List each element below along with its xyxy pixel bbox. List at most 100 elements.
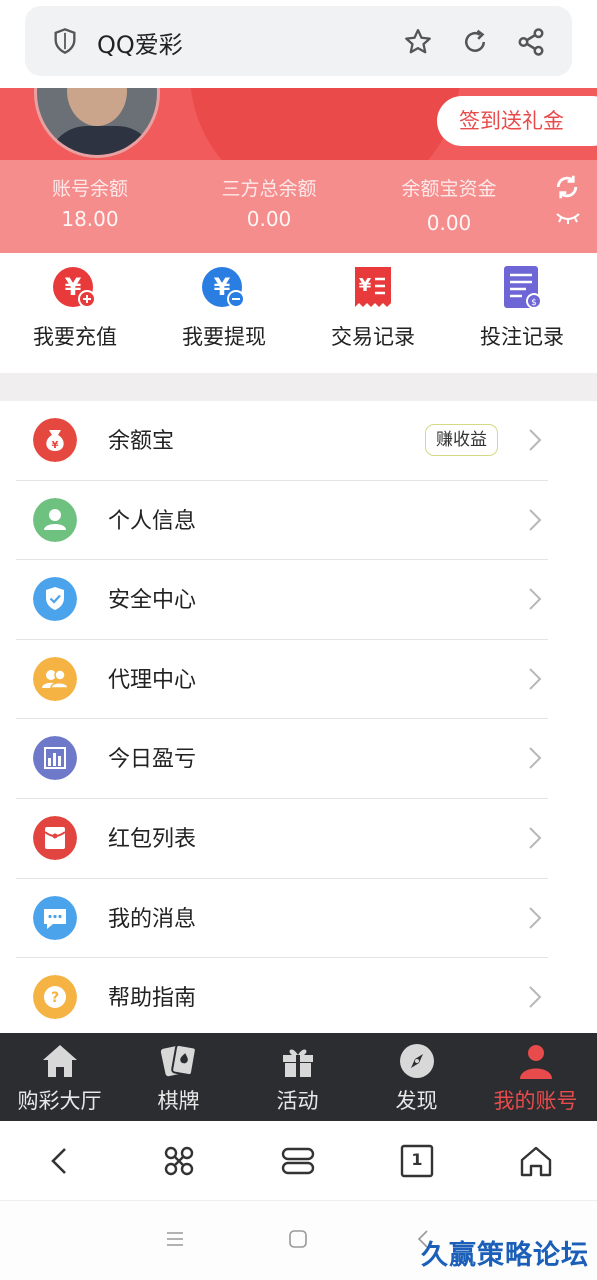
tab-cards[interactable]: 棋牌 (119, 1041, 238, 1115)
cards-icon (160, 1043, 197, 1077)
menu-label: 我的消息 (108, 906, 197, 932)
menu-label: 代理中心 (108, 667, 197, 693)
stat-thirdparty-balance: 三方总余额 0.00 (198, 174, 340, 231)
person-icon (519, 1045, 552, 1079)
quick-action-recharge[interactable]: ¥ 我要充值 (0, 263, 150, 351)
star-icon[interactable] (403, 27, 433, 57)
menu-label: 红包列表 (108, 826, 197, 852)
user-icon (33, 497, 77, 542)
quick-action-label: 投注记录 (480, 325, 564, 349)
menu-label: 个人信息 (108, 508, 197, 534)
quick-action-label: 交易记录 (331, 325, 415, 349)
header-decoration (190, 88, 460, 160)
tab-lottery-hall[interactable]: 购彩大厅 (0, 1041, 119, 1115)
tab-label: 我的账号 (493, 1089, 578, 1113)
menu-item-agents[interactable]: 代理中心 (0, 640, 597, 720)
svg-text:?: ? (51, 990, 59, 1006)
stat-value: 0.00 (246, 207, 292, 231)
chevron-right-icon (529, 508, 542, 531)
stat-label: 账号余额 (51, 178, 128, 200)
section-divider (0, 373, 597, 401)
stat-account-balance: 账号余额 18.00 (30, 174, 150, 231)
quick-actions: ¥ 我要充值 ¥ 我要提现 ¥ 交易记录 $ 投注记录 (0, 253, 597, 373)
withdraw-icon: ¥ (202, 267, 245, 308)
svg-text:¥: ¥ (52, 440, 59, 451)
bottom-tab-bar: 购彩大厅 棋牌 活动 发现 我的账号 (0, 1033, 597, 1121)
quick-action-label: 我要充值 (33, 325, 117, 349)
menu-item-red-envelopes[interactable]: 红包列表 (0, 799, 597, 879)
eye-closed-icon[interactable] (555, 210, 581, 226)
compass-icon (399, 1044, 434, 1078)
back-icon[interactable] (42, 1143, 78, 1179)
tab-activities[interactable]: 活动 (238, 1041, 357, 1115)
tab-label: 活动 (276, 1089, 319, 1113)
help-icon: ? (33, 975, 77, 1020)
tab-count-button[interactable]: 1 (399, 1143, 435, 1179)
chevron-right-icon (529, 906, 542, 929)
tab-label: 购彩大厅 (17, 1089, 102, 1113)
browser-navigation: 1 (0, 1121, 597, 1201)
browser-address-bar: QQ爱彩 (0, 0, 597, 88)
stat-label: 余额宝资金 (401, 178, 497, 200)
tab-label: 棋牌 (157, 1089, 200, 1113)
money-bag-icon: ¥ (33, 418, 77, 462)
balance-stats: 账号余额 18.00 三方总余额 0.00 余额宝资金 0.00 (0, 160, 597, 253)
page-title: QQ爱彩 (97, 31, 183, 59)
menu-grid-icon[interactable] (161, 1143, 197, 1179)
chevron-right-icon (529, 747, 542, 770)
shield-icon (54, 28, 76, 54)
recharge-icon: ¥ (53, 267, 96, 308)
url-box[interactable]: QQ爱彩 (25, 6, 572, 76)
menu-item-yuebao[interactable]: ¥ 余额宝 赚收益 (0, 401, 597, 481)
red-envelope-icon (33, 815, 77, 860)
quick-action-label: 我要提现 (182, 325, 266, 349)
agents-icon (33, 656, 77, 701)
system-navigation: 久赢策略论坛 (0, 1201, 597, 1280)
menu-item-security[interactable]: 安全中心 (0, 560, 597, 640)
avatar-face (67, 88, 127, 126)
bet-record-icon: $ (504, 266, 542, 309)
checkin-button[interactable]: 签到送礼金 (437, 96, 597, 146)
share-icon[interactable] (516, 27, 546, 57)
menu-label: 余额宝 (108, 429, 175, 454)
menu-item-messages[interactable]: 我的消息 (0, 879, 597, 959)
bar-chart-icon (33, 736, 77, 781)
profile-header: 签到送礼金 (0, 88, 597, 160)
tabs-overview-icon[interactable] (280, 1143, 316, 1179)
avatar[interactable] (34, 88, 160, 158)
svg-text:$: $ (531, 298, 537, 308)
earn-badge: 赚收益 (425, 424, 498, 456)
home-button-icon[interactable] (286, 1227, 310, 1251)
menu-label: 帮助指南 (108, 986, 197, 1012)
chevron-right-icon (529, 588, 542, 610)
avatar-body (47, 126, 157, 155)
stat-yuebao-funds: 余额宝资金 0.00 (384, 174, 514, 235)
recent-apps-icon[interactable] (163, 1227, 187, 1251)
menu-item-help[interactable]: ? 帮助指南 (0, 958, 597, 1038)
shield-check-icon (33, 577, 77, 622)
message-icon (33, 895, 77, 940)
home-nav-icon[interactable] (518, 1143, 554, 1179)
stat-value: 0.00 (426, 211, 472, 235)
transaction-record-icon: ¥ (355, 267, 391, 307)
quick-action-withdraw[interactable]: ¥ 我要提现 (149, 263, 299, 351)
account-menu: ¥ 余额宝 赚收益 个人信息 安全中心 代理中心 今日盈亏 红包列表 我的消息 (0, 401, 597, 1038)
quick-action-bets[interactable]: $ 投注记录 (447, 263, 597, 351)
chevron-right-icon (529, 668, 542, 690)
chevron-right-icon (529, 429, 542, 451)
refresh-icon[interactable] (552, 172, 582, 202)
chevron-right-icon (529, 986, 542, 1008)
stat-value: 18.00 (61, 207, 119, 231)
menu-label: 安全中心 (108, 588, 197, 614)
quick-action-transactions[interactable]: ¥ 交易记录 (298, 263, 448, 351)
chevron-right-icon (529, 827, 542, 849)
tab-my-account[interactable]: 我的账号 (476, 1041, 595, 1115)
tab-discover[interactable]: 发现 (357, 1041, 476, 1115)
reload-icon[interactable] (460, 27, 490, 57)
watermark: 久赢策略论坛 (421, 1240, 589, 1271)
stat-label: 三方总余额 (221, 178, 317, 200)
tab-label: 发现 (395, 1089, 438, 1113)
menu-item-personal-info[interactable]: 个人信息 (0, 481, 597, 561)
menu-item-today-pnl[interactable]: 今日盈亏 (0, 719, 597, 799)
home-icon (42, 1045, 77, 1077)
